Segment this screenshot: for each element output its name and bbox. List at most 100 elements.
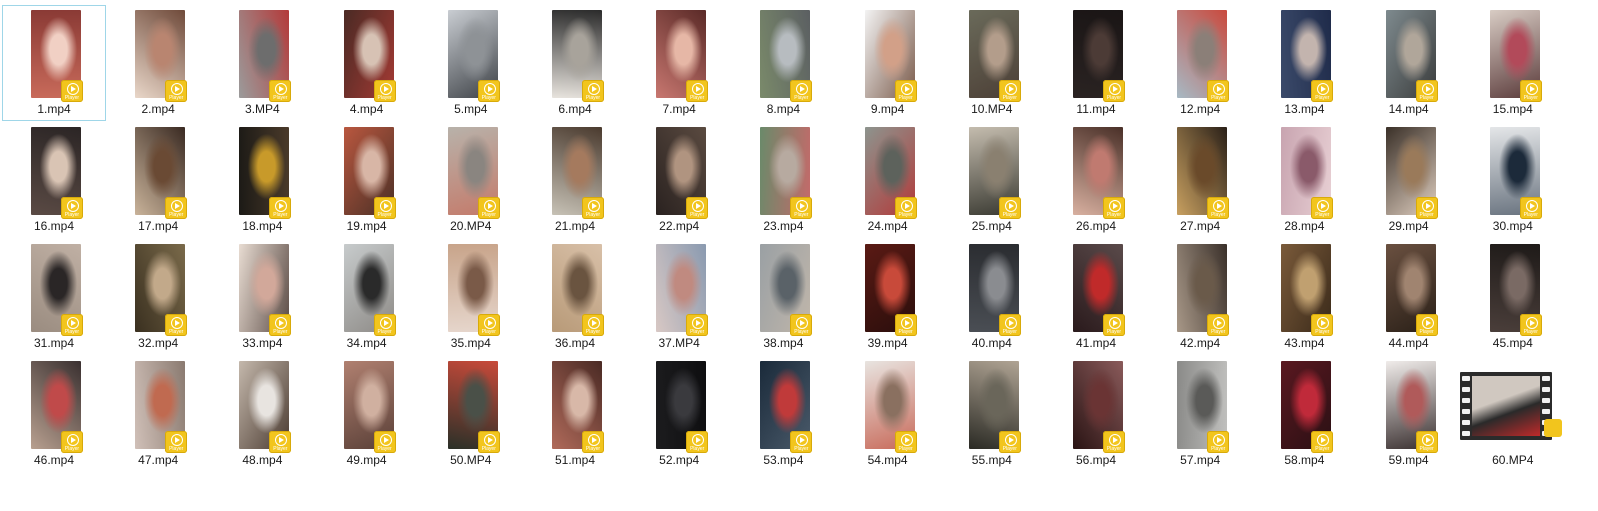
file-item[interactable]: Player 10.MP4 [940, 5, 1044, 121]
file-item[interactable]: Player 12.mp4 [1148, 5, 1252, 121]
file-item[interactable]: Player 30.mp4 [1461, 122, 1565, 238]
film-sprocket [1461, 398, 1470, 403]
file-name: 3.MP4 [245, 102, 280, 116]
file-name: 50.MP4 [450, 453, 492, 467]
file-item[interactable]: Player 41.mp4 [1044, 239, 1148, 355]
file-item[interactable]: Player 58.mp4 [1252, 356, 1356, 472]
video-thumbnail [31, 244, 81, 332]
file-name: 2.mp4 [141, 102, 175, 116]
video-thumbnail [1073, 361, 1123, 449]
file-item[interactable]: Player 14.mp4 [1357, 5, 1461, 121]
file-item[interactable]: Player 19.mp4 [315, 122, 419, 238]
file-item[interactable]: Player 54.mp4 [836, 356, 940, 472]
video-thumbnail [239, 127, 290, 215]
film-frame [1471, 376, 1540, 436]
file-item[interactable]: Player 35.mp4 [419, 239, 523, 355]
file-item[interactable]: Player 45.mp4 [1461, 239, 1565, 355]
file-name: 48.mp4 [242, 453, 283, 467]
file-item[interactable]: Player 20.MP4 [419, 122, 523, 238]
file-item[interactable]: Player 40.mp4 [940, 239, 1044, 355]
file-item[interactable]: Player 9.mp4 [836, 5, 940, 121]
file-item[interactable]: Player 13.mp4 [1252, 5, 1356, 121]
file-name: 36.mp4 [554, 336, 596, 350]
file-item[interactable]: Player 51.mp4 [523, 356, 627, 472]
file-item[interactable]: Player 33.mp4 [210, 239, 314, 355]
file-item[interactable]: Player 7.mp4 [627, 5, 731, 121]
file-item[interactable]: Player 18.mp4 [210, 122, 314, 238]
file-item[interactable]: Player 42.mp4 [1148, 239, 1252, 355]
file-item[interactable]: Player 26.mp4 [1044, 122, 1148, 238]
file-name: 4.mp4 [349, 102, 384, 116]
file-name: 12.mp4 [1180, 102, 1221, 116]
file-name: 51.mp4 [554, 453, 596, 467]
file-item[interactable]: Player 39.mp4 [836, 239, 940, 355]
file-item[interactable]: Player 21.mp4 [523, 122, 627, 238]
file-item[interactable]: Player 47.mp4 [106, 356, 210, 472]
file-name: 21.mp4 [554, 219, 596, 233]
file-name: 43.mp4 [1284, 336, 1325, 350]
file-name: 17.mp4 [138, 219, 179, 233]
file-item[interactable]: Player 1.mp4 [2, 5, 106, 121]
video-thumbnail [552, 361, 602, 449]
file-item[interactable]: Player 22.mp4 [627, 122, 731, 238]
video-thumbnail [1177, 244, 1228, 332]
video-thumbnail [968, 10, 1019, 98]
file-item[interactable]: Player 17.mp4 [106, 122, 210, 238]
file-name: 24.mp4 [867, 219, 908, 233]
file-item[interactable]: Player 37.MP4 [627, 239, 731, 355]
file-item[interactable]: Player 59.mp4 [1357, 356, 1461, 472]
file-item[interactable]: Player 16.mp4 [2, 122, 106, 238]
video-thumbnail [31, 127, 81, 215]
file-item[interactable]: Player 36.mp4 [523, 239, 627, 355]
video-thumbnail [760, 244, 811, 332]
file-item[interactable]: Player 29.mp4 [1357, 122, 1461, 238]
file-item[interactable]: Player 5.mp4 [419, 5, 523, 121]
video-thumbnail [1073, 127, 1123, 215]
file-item[interactable]: Player 50.MP4 [419, 356, 523, 472]
file-item[interactable]: Player 52.mp4 [627, 356, 731, 472]
file-name: 44.mp4 [1388, 336, 1429, 350]
file-item[interactable]: Player 2.mp4 [106, 5, 210, 121]
file-item[interactable]: Player 11.mp4 [1044, 5, 1148, 121]
file-item[interactable]: Player 34.mp4 [315, 239, 419, 355]
video-thumbnail [239, 361, 290, 449]
file-item[interactable]: Player 38.mp4 [731, 239, 835, 355]
file-item[interactable]: Player 43.mp4 [1252, 239, 1356, 355]
file-item[interactable]: Player 55.mp4 [940, 356, 1044, 472]
file-item[interactable]: Player 3.MP4 [210, 5, 314, 121]
film-sprocket [1461, 420, 1470, 425]
file-item[interactable]: Player 56.mp4 [1044, 356, 1148, 472]
file-name: 29.mp4 [1388, 219, 1429, 233]
file-item[interactable]: Player 8.mp4 [731, 5, 835, 121]
file-item[interactable]: Player 27.mp4 [1148, 122, 1252, 238]
file-item[interactable]: 60.MP4 [1459, 356, 1565, 472]
file-item[interactable]: Player 15.mp4 [1461, 5, 1565, 121]
file-name: 58.mp4 [1284, 453, 1325, 467]
file-item[interactable]: Player 23.mp4 [731, 122, 835, 238]
file-item[interactable]: Player 31.mp4 [2, 239, 106, 355]
file-item[interactable]: Player 28.mp4 [1252, 122, 1356, 238]
video-thumbnail [31, 361, 81, 449]
file-name: 8.mp4 [766, 102, 801, 116]
file-item[interactable]: Player 32.mp4 [106, 239, 210, 355]
file-name: 6.mp4 [558, 102, 592, 116]
video-thumbnail [1281, 244, 1332, 332]
file-item[interactable]: Player 57.mp4 [1148, 356, 1252, 472]
file-item[interactable]: Player 4.mp4 [315, 5, 419, 121]
video-thumbnail [1073, 244, 1123, 332]
file-item[interactable]: Player 24.mp4 [836, 122, 940, 238]
file-item[interactable]: Player 25.mp4 [940, 122, 1044, 238]
file-item[interactable]: Player 46.mp4 [2, 356, 106, 472]
file-item[interactable]: Player 49.mp4 [315, 356, 419, 472]
file-name: 1.mp4 [37, 102, 71, 116]
file-name: 47.mp4 [138, 453, 179, 467]
file-item[interactable]: Player 53.mp4 [731, 356, 835, 472]
file-item[interactable]: Player 6.mp4 [523, 5, 627, 121]
file-name: 9.mp4 [870, 102, 905, 116]
film-sprocket [1541, 376, 1550, 381]
video-thumbnail [1177, 361, 1228, 449]
file-item[interactable]: Player 48.mp4 [210, 356, 314, 472]
video-thumbnail [1177, 10, 1228, 98]
file-item[interactable]: Player 44.mp4 [1357, 239, 1461, 355]
file-name: 45.mp4 [1492, 336, 1533, 350]
